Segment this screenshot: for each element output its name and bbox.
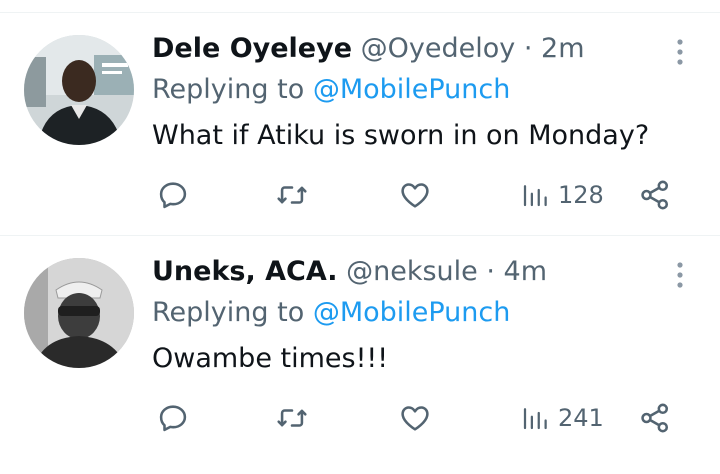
retweet-button[interactable]: [274, 396, 310, 440]
view-count: 241: [558, 404, 604, 432]
reply-button[interactable]: [156, 173, 190, 217]
tweet[interactable]: Dele Oyeleye @Oyedeloy · 2m Replying to …: [0, 13, 720, 236]
more-icon[interactable]: [668, 260, 692, 290]
tweet-actions: 128: [0, 173, 720, 217]
tweet-text: What if Atiku is sworn in on Monday?: [152, 120, 650, 151]
user-handle[interactable]: @neksule: [346, 256, 478, 287]
views-button[interactable]: 241: [520, 396, 604, 440]
views-icon: [523, 408, 547, 430]
share-button[interactable]: [638, 173, 672, 217]
user-name[interactable]: Dele Oyeleye: [152, 33, 352, 64]
retweet-icon: [277, 186, 307, 204]
timestamp[interactable]: 4m: [504, 256, 547, 287]
tweet-header: Dele Oyeleye @Oyedeloy · 2m: [152, 33, 585, 65]
replying-to: Replying to @MobilePunch: [152, 73, 510, 107]
share-button[interactable]: [638, 396, 672, 440]
share-icon: [641, 180, 669, 210]
retweet-icon: [277, 409, 307, 427]
avatar[interactable]: [24, 258, 134, 368]
tweet-text: Owambe times!!!: [152, 343, 389, 374]
tweet-actions: 241: [0, 396, 720, 440]
like-icon: [401, 183, 429, 208]
separator: ·: [523, 33, 533, 64]
user-handle[interactable]: @Oyedeloy: [361, 33, 516, 64]
views-button[interactable]: 128: [520, 173, 604, 217]
timestamp[interactable]: 2m: [541, 33, 584, 64]
top-divider: [0, 0, 720, 13]
separator: ·: [486, 256, 495, 287]
share-icon: [641, 403, 669, 433]
more-icon[interactable]: [668, 37, 692, 67]
like-button[interactable]: [398, 173, 432, 217]
view-count: 128: [558, 181, 604, 209]
replying-to-link[interactable]: @MobilePunch: [313, 74, 511, 105]
reply-icon: [159, 405, 187, 432]
tweet-header: Uneks, ACA. @neksule · 4m: [152, 256, 547, 288]
replying-prefix: Replying to: [152, 297, 305, 328]
tweet[interactable]: Uneks, ACA. @neksule · 4m Replying to @M…: [0, 236, 720, 474]
like-icon: [401, 406, 429, 431]
replying-to: Replying to @MobilePunch: [152, 296, 510, 330]
views-icon: [523, 185, 547, 207]
reply-icon: [159, 182, 187, 209]
like-button[interactable]: [398, 396, 432, 440]
replying-to-link[interactable]: @MobilePunch: [313, 297, 511, 328]
avatar[interactable]: [24, 35, 134, 145]
replying-prefix: Replying to: [152, 74, 305, 105]
user-name[interactable]: Uneks, ACA.: [152, 256, 338, 287]
reply-button[interactable]: [156, 396, 190, 440]
retweet-button[interactable]: [274, 173, 310, 217]
